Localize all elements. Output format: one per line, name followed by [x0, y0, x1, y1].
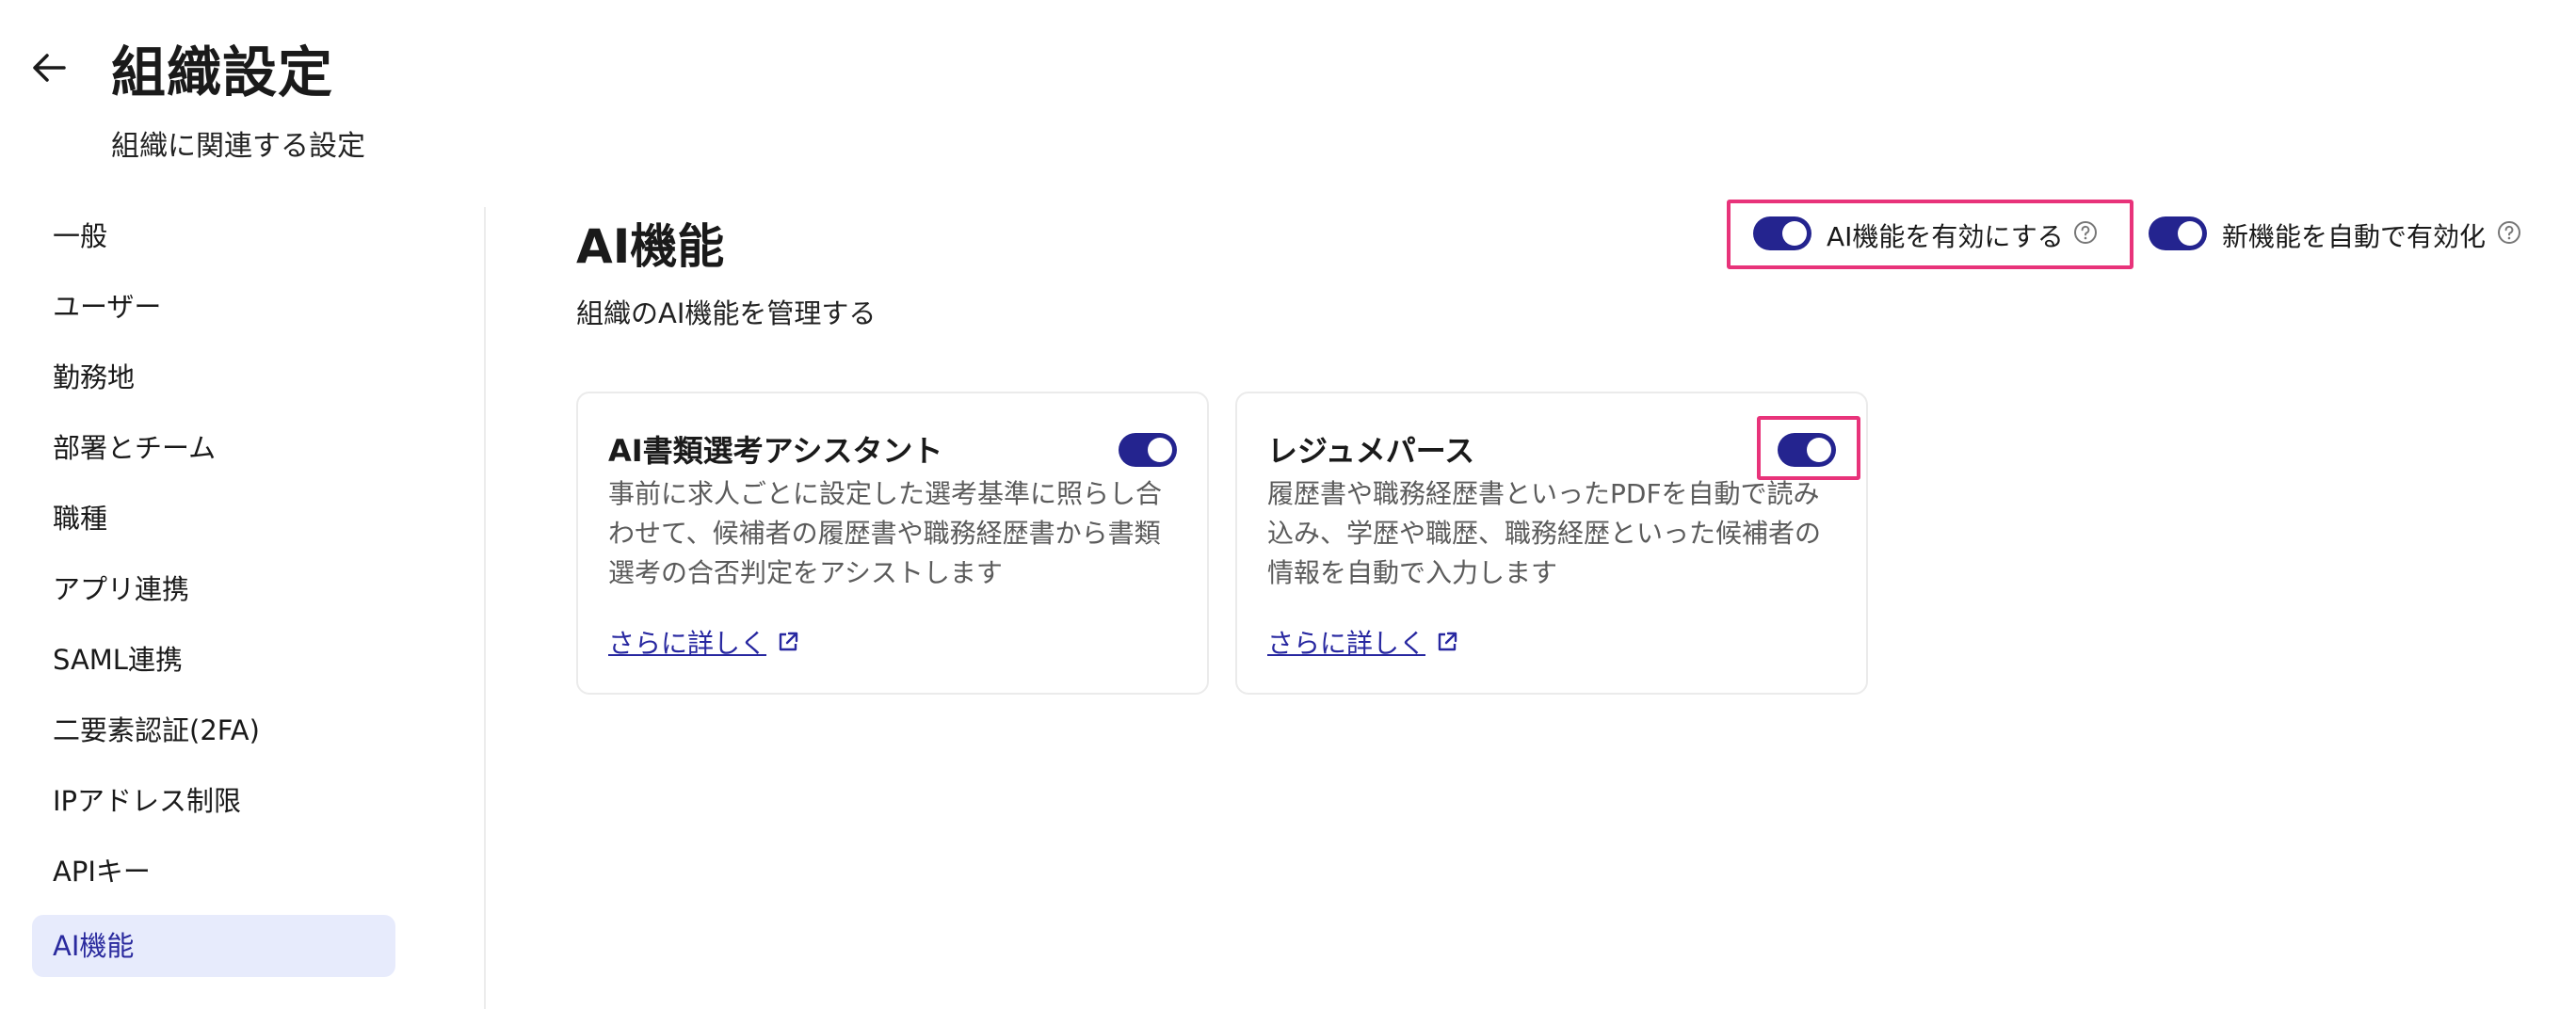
- feature-card-ai-screening: AI書類選考アシスタント 事前に求人ごとに設定した選考基準に照らし合わせて、候補…: [576, 392, 1209, 695]
- sidebar-item-api-keys[interactable]: APIキー: [32, 841, 395, 903]
- page-title: 組織設定: [111, 40, 334, 104]
- learn-more-label: さらに詳しく: [1267, 628, 1426, 659]
- card-description: 履歴書や職務経歴書といったPDFを自動で読み込み、学歴や職歴、職務経歴といった候…: [1267, 478, 1822, 588]
- sidebar-item-ip-restriction[interactable]: IPアドレス制限: [32, 770, 395, 832]
- sidebar-item-job-types[interactable]: 職種: [32, 488, 395, 550]
- enable-ai-label: AI機能を有効にする: [1827, 221, 2064, 252]
- help-icon[interactable]: [2073, 220, 2098, 245]
- card-title: レジュメパース: [1267, 433, 1475, 469]
- sidebar: 一般 ユーザー 勤務地 部署とチーム 職種 アプリ連携 SAML連携 二要素認証…: [0, 207, 486, 1009]
- section-title: AI機能: [576, 219, 725, 274]
- section-description: 組織のAI機能を管理する: [576, 297, 877, 329]
- toggle-knob: [1782, 221, 1807, 246]
- external-link-icon: [1438, 632, 1457, 651]
- learn-more-link[interactable]: さらに詳しく: [1267, 623, 1459, 661]
- learn-more-label: さらに詳しく: [608, 628, 767, 659]
- sidebar-item-locations[interactable]: 勤務地: [32, 346, 395, 408]
- ai-screening-toggle[interactable]: [1119, 433, 1177, 467]
- resume-parse-toggle[interactable]: [1778, 433, 1836, 467]
- sidebar-item-2fa[interactable]: 二要素認証(2FA): [32, 699, 395, 761]
- toggle-knob: [1148, 438, 1172, 462]
- sidebar-item-saml[interactable]: SAML連携: [32, 629, 395, 691]
- sidebar-item-app-integrations[interactable]: アプリ連携: [32, 558, 395, 620]
- toggle-knob: [1807, 438, 1831, 462]
- sidebar-item-general[interactable]: 一般: [32, 205, 395, 267]
- toggle-knob: [2178, 221, 2202, 246]
- help-icon[interactable]: [2497, 220, 2521, 245]
- card-description: 事前に求人ごとに設定した選考基準に照らし合わせて、候補者の履歴書や職務経歴書から…: [608, 478, 1163, 588]
- auto-enable-new-toggle[interactable]: [2149, 216, 2207, 250]
- card-title: AI書類選考アシスタント: [608, 433, 943, 469]
- sidebar-item-departments[interactable]: 部署とチーム: [32, 417, 395, 479]
- learn-more-link[interactable]: さらに詳しく: [608, 623, 800, 661]
- external-link-icon: [779, 632, 798, 651]
- page-subtitle: 組織に関連する設定: [111, 130, 365, 163]
- sidebar-item-ai-features[interactable]: AI機能: [32, 915, 395, 977]
- feature-card-resume-parse: レジュメパース 履歴書や職務経歴書といったPDFを自動で読み込み、学歴や職歴、職…: [1235, 392, 1868, 695]
- auto-enable-new-label: 新機能を自動で有効化: [2222, 221, 2487, 252]
- sidebar-item-users[interactable]: ユーザー: [32, 276, 395, 338]
- enable-ai-toggle[interactable]: [1753, 216, 1811, 250]
- back-arrow-icon[interactable]: [26, 45, 72, 90]
